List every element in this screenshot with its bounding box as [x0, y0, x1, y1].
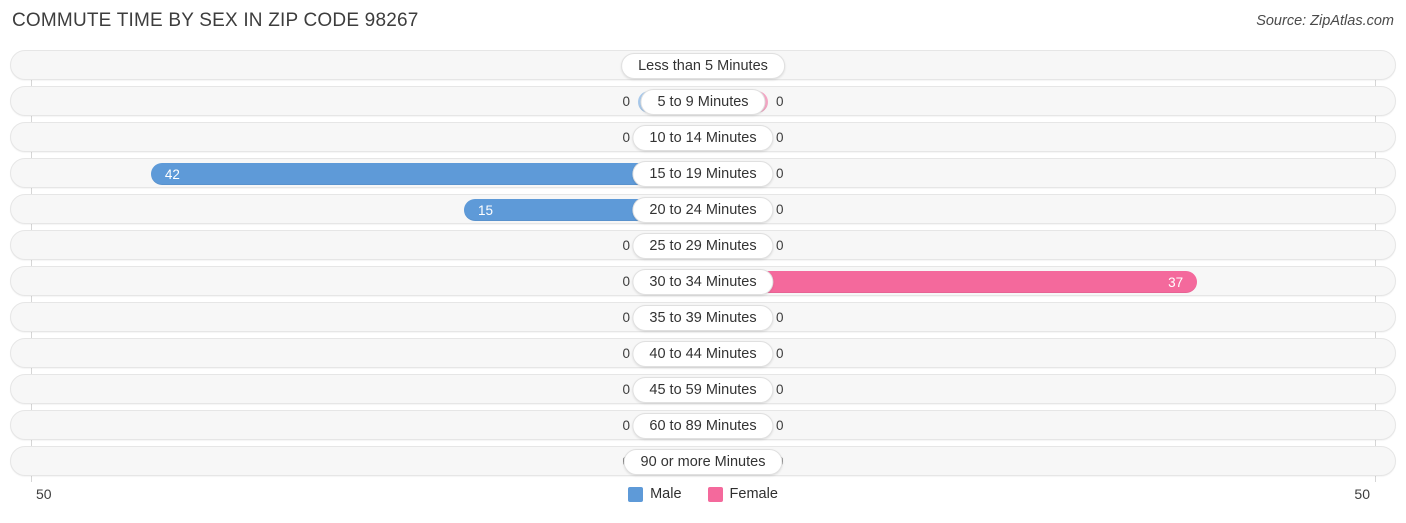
legend-item-male[interactable]: Male [628, 486, 682, 502]
row-label: 90 or more Minutes [623, 449, 783, 475]
table-row[interactable]: 0090 or more Minutes [10, 446, 1396, 476]
bar-female[interactable]: 37 [704, 271, 1198, 293]
table-row[interactable]: 0 0 25 to 29 Minutes [10, 230, 1396, 260]
table-row[interactable]: 00Less than 5 Minutes [10, 50, 1396, 80]
table-row[interactable]: 0 0 35 to 39 Minutes [10, 302, 1396, 332]
bar-row-list: 00Less than 5 Minutes005 to 9 Minutes001… [0, 50, 1406, 482]
row-label: 10 to 14 Minutes [632, 125, 774, 151]
row-label: 35 to 39 Minutes [632, 305, 774, 331]
legend-item-female[interactable]: Female [707, 486, 778, 502]
bar-value-male: 0 [622, 310, 630, 325]
plot-area: 00Less than 5 Minutes005 to 9 Minutes001… [0, 50, 1406, 482]
row-label: 15 to 19 Minutes [632, 161, 774, 187]
legend-swatch-female-icon [707, 486, 723, 502]
bar-value-female: 0 [776, 166, 784, 181]
legend-label-female: Female [729, 486, 778, 502]
bar-value-male: 0 [622, 94, 630, 109]
bar-value-male: 42 [164, 166, 180, 182]
bar-value-female: 0 [776, 130, 784, 145]
bar-value-female: 0 [776, 310, 784, 325]
bar-value-female: 0 [776, 346, 784, 361]
bar-value-female: 37 [1168, 274, 1184, 290]
table-row[interactable]: 42 0 15 to 19 Minutes [10, 158, 1396, 188]
legend-label-male: Male [650, 486, 682, 502]
bar-value-male: 0 [622, 274, 630, 289]
bar-value-female: 0 [776, 94, 784, 109]
row-label: 40 to 44 Minutes [632, 341, 774, 367]
bar-value-female: 0 [776, 418, 784, 433]
bar-male[interactable]: 42 [150, 163, 702, 185]
table-row[interactable]: 0 0 40 to 44 Minutes [10, 338, 1396, 368]
bar-value-male: 0 [622, 238, 630, 253]
row-label: Less than 5 Minutes [621, 53, 785, 79]
table-row[interactable]: 0 37 30 to 34 Minutes [10, 266, 1396, 296]
bar-value-male: 15 [478, 202, 494, 218]
bar-value-female: 0 [776, 382, 784, 397]
bar-value-female: 0 [776, 202, 784, 217]
row-label: 45 to 59 Minutes [632, 377, 774, 403]
bar-value-male: 0 [622, 382, 630, 397]
row-label: 25 to 29 Minutes [632, 233, 774, 259]
row-label: 5 to 9 Minutes [640, 89, 766, 115]
row-label: 60 to 89 Minutes [632, 413, 774, 439]
source-attribution: Source: ZipAtlas.com [1256, 13, 1394, 29]
table-row[interactable]: 0 0 10 to 14 Minutes [10, 122, 1396, 152]
bar-value-male: 0 [622, 130, 630, 145]
chart-header: COMMUTE TIME BY SEX IN ZIP CODE 98267 So… [0, 0, 1406, 44]
row-label: 20 to 24 Minutes [632, 197, 774, 223]
table-row[interactable]: 15 0 20 to 24 Minutes [10, 194, 1396, 224]
table-row[interactable]: 0 0 5 to 9 Minutes [10, 86, 1396, 116]
page-title: COMMUTE TIME BY SEX IN ZIP CODE 98267 [12, 10, 419, 31]
bar-value-female: 0 [776, 238, 784, 253]
table-row[interactable]: 0 0 60 to 89 Minutes [10, 410, 1396, 440]
legend-swatch-male-icon [628, 486, 644, 502]
chart-root: COMMUTE TIME BY SEX IN ZIP CODE 98267 So… [0, 0, 1406, 523]
row-label: 30 to 34 Minutes [632, 269, 774, 295]
table-row[interactable]: 0 0 45 to 59 Minutes [10, 374, 1396, 404]
chart-legend: Male Female [0, 486, 1406, 502]
bar-value-male: 0 [622, 346, 630, 361]
bar-value-male: 0 [622, 418, 630, 433]
chart-footer: 50 50 Male Female [0, 482, 1406, 523]
